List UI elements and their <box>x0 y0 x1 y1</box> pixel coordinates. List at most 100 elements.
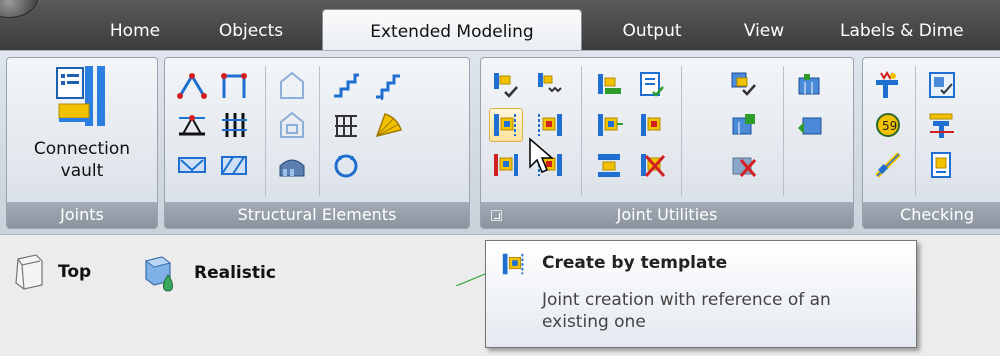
tooltip-create-by-template: Create by template Joint creation with r… <box>485 240 917 348</box>
ribbon-panel: Connection vault Joints Structural Eleme… <box>0 50 1000 234</box>
connection-check-button[interactable] <box>871 148 905 182</box>
portal-frame-button[interactable] <box>217 68 251 102</box>
tooltip-title: Create by template <box>542 253 728 273</box>
application-menu-button[interactable] <box>0 0 38 18</box>
joint-copy-icon <box>538 73 562 93</box>
view-cube-icon <box>15 254 43 290</box>
polybeam-roof-button[interactable] <box>175 68 209 102</box>
girder-icon <box>178 157 206 173</box>
separator <box>915 66 916 196</box>
fan-segments-icon <box>375 113 402 138</box>
hall-icon <box>279 159 305 177</box>
ring-button[interactable] <box>329 148 363 182</box>
joint-modify-icon <box>641 114 661 136</box>
wall-frame-button[interactable] <box>217 148 251 182</box>
template-variant-icon <box>538 114 562 136</box>
svg-text:59: 59 <box>882 119 897 133</box>
joint-insert-button[interactable] <box>593 108 627 142</box>
joint-group-check-button[interactable] <box>727 68 761 102</box>
joint-group-delete-button[interactable] <box>727 148 761 182</box>
joint-transfer-icon <box>798 74 820 95</box>
connection-vault-icon <box>56 66 105 126</box>
frame-grid-button[interactable] <box>217 108 251 142</box>
view-style-realistic[interactable]: Realistic <box>142 253 276 293</box>
create-by-template-button[interactable] <box>489 108 523 142</box>
separator <box>783 66 784 196</box>
joint-list-icon <box>640 72 664 97</box>
tooltip-description: Joint creation with reference of an exis… <box>542 290 831 332</box>
house-frame-button[interactable] <box>275 68 309 102</box>
view-direction-top[interactable]: Top <box>12 253 91 291</box>
group-label-structural-elements: Structural Elements <box>165 202 469 228</box>
spiral-element-button[interactable] <box>371 108 405 142</box>
separator <box>265 66 266 196</box>
frame-grid-icon <box>222 113 247 137</box>
railing-button[interactable] <box>329 108 363 142</box>
roof-truss-icon <box>177 73 207 99</box>
view-direction-label: Top <box>58 262 92 282</box>
tab-output[interactable]: Output <box>596 14 708 50</box>
separator <box>319 66 320 196</box>
joint-copy-button[interactable] <box>533 68 567 102</box>
ribbon-tab-bar: Home Objects Extended Modeling Output Vi… <box>0 0 1000 51</box>
collision-check-button[interactable] <box>871 68 905 102</box>
hall-button[interactable] <box>275 148 309 182</box>
tab-extended-modeling[interactable]: Extended Modeling <box>322 9 582 51</box>
joint-group-move-icon <box>798 117 822 135</box>
house-frame-icon <box>280 71 304 99</box>
joint-transfer-button[interactable] <box>793 68 827 102</box>
joint-group-move-button[interactable] <box>793 108 827 142</box>
stair-button[interactable] <box>329 68 363 102</box>
joint-modify-button[interactable] <box>635 108 669 142</box>
numbering-icon: 59 <box>876 113 900 137</box>
spiral-stair-button[interactable] <box>371 68 405 102</box>
beam-girder-button[interactable] <box>175 148 209 182</box>
checking-settings-button[interactable] <box>925 108 959 142</box>
joint-explode-button[interactable] <box>489 148 523 182</box>
model-check-button[interactable] <box>925 68 959 102</box>
group-structural-elements: Structural Elements <box>164 57 470 229</box>
stair-rail-icon <box>376 74 400 100</box>
tab-view[interactable]: View <box>724 14 804 50</box>
group-label-checking: Checking <box>863 202 1000 228</box>
portal-frame-icon <box>221 73 247 98</box>
connection-vault-button[interactable]: Connection vault <box>15 62 149 198</box>
joint-delete-button[interactable] <box>635 148 669 182</box>
joint-utilities-dialog-launcher[interactable] <box>491 210 502 221</box>
separator <box>581 66 582 196</box>
separator <box>681 66 682 196</box>
collision-check-icon <box>876 71 898 98</box>
model-check-icon <box>929 72 955 98</box>
clash-report-icon <box>931 152 951 178</box>
joint-update-icon <box>598 74 621 94</box>
joint-split-icon <box>598 154 620 177</box>
render-style-icon <box>144 256 173 292</box>
view-style-label: Realistic <box>194 263 276 283</box>
ring-icon <box>334 154 358 178</box>
joint-list-button[interactable] <box>635 68 669 102</box>
truss-button[interactable] <box>175 108 209 142</box>
joint-delete-icon <box>641 154 666 178</box>
group-label-joint-utilities: Joint Utilities <box>481 202 853 228</box>
clash-report-button[interactable] <box>925 148 959 182</box>
joint-group-check-icon <box>731 72 756 96</box>
group-joints: Connection vault Joints <box>6 57 158 229</box>
closed-frame-icon <box>280 111 304 138</box>
joint-split-button[interactable] <box>593 148 627 182</box>
joint-check-icon <box>494 73 518 98</box>
truss-icon <box>179 115 205 136</box>
joint-group-update-button[interactable] <box>727 108 761 142</box>
railing-icon <box>335 115 357 137</box>
group-checking: 59 Checking <box>862 57 1000 229</box>
tab-home[interactable]: Home <box>92 14 178 50</box>
tab-labels-dimensions[interactable]: Labels & Dime <box>840 14 1000 50</box>
joint-group-delete-icon <box>732 157 757 177</box>
connection-vault-label: Connection vault <box>33 139 131 181</box>
closed-frame-button[interactable] <box>275 108 309 142</box>
joint-update-button[interactable] <box>593 68 627 102</box>
joint-properties-button[interactable] <box>489 68 523 102</box>
tab-objects[interactable]: Objects <box>196 14 306 50</box>
joint-explode-icon <box>494 154 518 176</box>
numbering-button[interactable]: 59 <box>871 108 905 142</box>
mouse-pointer-icon <box>529 137 554 173</box>
